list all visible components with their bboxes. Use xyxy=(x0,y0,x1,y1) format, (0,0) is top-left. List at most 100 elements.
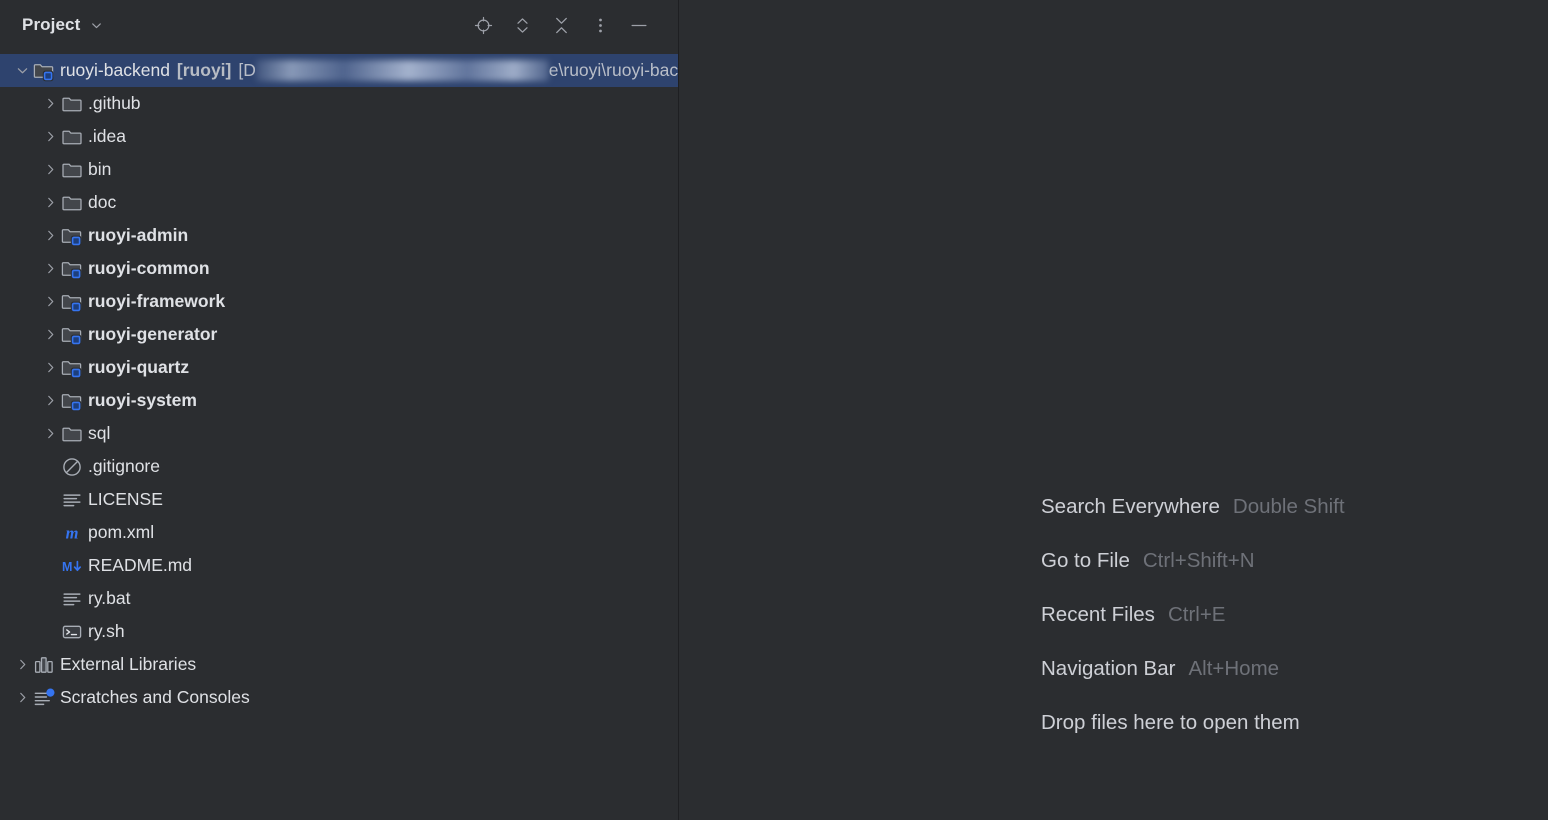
editor-hint-row: Recent Files Ctrl+E xyxy=(1041,588,1345,642)
chevron-right-icon[interactable] xyxy=(40,219,60,252)
project-tree[interactable]: ruoyi-backend [ruoyi] [D:\________________… xyxy=(0,50,678,714)
hide-tool-window-icon[interactable] xyxy=(628,14,650,36)
editor-hint-action[interactable]: Go to File xyxy=(1041,549,1130,573)
tree-row[interactable]: m pom.xml xyxy=(0,516,678,549)
tree-row-label: bin xyxy=(88,158,112,179)
editor-hint-shortcut: Double Shift xyxy=(1232,495,1345,518)
tree-row-label: sql xyxy=(88,422,111,443)
editor-hint-action[interactable]: Navigation Bar xyxy=(1041,657,1175,681)
tree-row[interactable]: Scratches and Consoles xyxy=(0,681,678,714)
module-folder-icon xyxy=(60,224,84,248)
tree-row[interactable]: sql xyxy=(0,417,678,450)
editor-hint-action[interactable]: Recent Files xyxy=(1041,603,1155,627)
project-panel-actions xyxy=(472,14,664,36)
tree-row[interactable]: LICENSE xyxy=(0,483,678,516)
editor-empty-state-hints: Search Everywhere Double Shift Go to File C… xyxy=(1041,480,1345,750)
tree-row-label: LICENSE xyxy=(88,488,163,509)
tree-row-label: ruoyi-system xyxy=(88,389,197,410)
tree-row[interactable]: .github xyxy=(0,87,678,120)
text-file-icon xyxy=(60,587,84,611)
tree-row-label: ry.sh xyxy=(88,620,125,641)
tree-row[interactable]: ry.sh xyxy=(0,615,678,648)
chevron-right-icon[interactable] xyxy=(40,318,60,351)
select-opened-file-icon[interactable] xyxy=(472,14,494,36)
editor-hint-row: Search Everywhere Double Shift xyxy=(1041,480,1345,534)
tree-row-label: ruoyi-framework xyxy=(88,290,226,311)
module-folder-icon xyxy=(32,59,56,83)
tree-row[interactable]: ruoyi-system xyxy=(0,384,678,417)
chevron-right-icon[interactable] xyxy=(40,87,60,120)
chevron-down-icon[interactable] xyxy=(89,18,104,33)
module-folder-icon xyxy=(60,290,84,314)
chevron-right-icon[interactable] xyxy=(40,351,60,384)
chevron-right-icon[interactable] xyxy=(40,285,60,318)
chevron-right-icon[interactable] xyxy=(40,384,60,417)
tree-row-label: External Libraries xyxy=(60,653,197,674)
tree-row-label: .gitignore xyxy=(88,455,160,476)
project-tool-window: Project ruoyi-backend [ruoyi] [D e\ruoyi… xyxy=(0,0,678,820)
editor-hint-action[interactable]: Search Everywhere xyxy=(1041,495,1220,519)
project-path-suffix: e\ruoyi\ruoyi-backend xyxy=(548,59,678,80)
tree-row[interactable]: .gitignore xyxy=(0,450,678,483)
tree-row-label: ruoyi-admin xyxy=(88,224,189,245)
folder-icon xyxy=(60,125,84,149)
tree-row[interactable]: External Libraries xyxy=(0,648,678,681)
chevron-right-icon[interactable] xyxy=(12,681,32,714)
editor-hint-row: Drop files here to open them xyxy=(1041,696,1345,750)
redacted-path-segment: :\_____________________\workspac xyxy=(255,60,549,82)
svg-text:m: m xyxy=(66,523,79,542)
chevron-right-icon[interactable] xyxy=(40,417,60,450)
module-folder-icon xyxy=(60,257,84,281)
folder-icon xyxy=(60,422,84,446)
editor-hint-shortcut: Ctrl+E xyxy=(1167,603,1226,626)
tree-row[interactable]: ruoyi-backend [ruoyi] [D:\________________… xyxy=(0,54,678,87)
tree-row[interactable]: doc xyxy=(0,186,678,219)
tree-row[interactable]: .idea xyxy=(0,120,678,153)
tree-row[interactable]: ruoyi-generator xyxy=(0,318,678,351)
project-panel-header: Project xyxy=(0,0,678,50)
folder-icon xyxy=(60,191,84,215)
text-file-icon xyxy=(60,488,84,512)
tree-row[interactable]: bin xyxy=(0,153,678,186)
more-options-icon[interactable] xyxy=(589,14,611,36)
folder-icon xyxy=(60,92,84,116)
tree-row-label: .github xyxy=(88,92,141,113)
svg-text:M: M xyxy=(62,560,72,574)
module-folder-icon xyxy=(60,323,84,347)
module-folder-icon xyxy=(60,356,84,380)
chevron-right-icon[interactable] xyxy=(40,252,60,285)
chevron-right-icon[interactable] xyxy=(40,186,60,219)
project-path-prefix: [D xyxy=(238,59,256,80)
chevron-down-icon[interactable] xyxy=(12,54,32,87)
project-path: [D:\_____________________\workspace\ruoy… xyxy=(238,60,678,82)
editor-hint-shortcut: Ctrl+Shift+N xyxy=(1142,549,1255,572)
shell-script-icon xyxy=(60,620,84,644)
editor-hint-row: Go to File Ctrl+Shift+N xyxy=(1041,534,1345,588)
editor-area: Search Everywhere Double Shift Go to File C… xyxy=(679,0,1548,820)
editor-hint-action[interactable]: Drop files here to open them xyxy=(1041,711,1300,735)
tree-row-label: doc xyxy=(88,191,117,212)
tree-row-label: ruoyi-backend xyxy=(60,59,170,80)
editor-hint-shortcut: Alt+Home xyxy=(1188,657,1280,680)
tree-row-label: ruoyi-generator xyxy=(88,323,218,344)
tree-row[interactable]: ruoyi-admin xyxy=(0,219,678,252)
tree-row[interactable]: ry.bat xyxy=(0,582,678,615)
expand-collapse-icon[interactable] xyxy=(511,14,533,36)
tree-row[interactable]: M README.md xyxy=(0,549,678,582)
chevron-right-icon[interactable] xyxy=(40,153,60,186)
chevron-right-icon[interactable] xyxy=(12,648,32,681)
tree-row-label: pom.xml xyxy=(88,521,155,542)
collapse-all-icon[interactable] xyxy=(550,14,572,36)
tree-row-label: ry.bat xyxy=(88,587,131,608)
tree-row[interactable]: ruoyi-quartz xyxy=(0,351,678,384)
tree-row[interactable]: ruoyi-framework xyxy=(0,285,678,318)
tree-row[interactable]: ruoyi-common xyxy=(0,252,678,285)
ide-window: Project ruoyi-backend [ruoyi] [D e\ruoyi… xyxy=(0,0,1548,820)
tree-row-label: .idea xyxy=(88,125,126,146)
project-name-badge: [ruoyi] xyxy=(176,60,232,80)
chevron-right-icon[interactable] xyxy=(40,120,60,153)
